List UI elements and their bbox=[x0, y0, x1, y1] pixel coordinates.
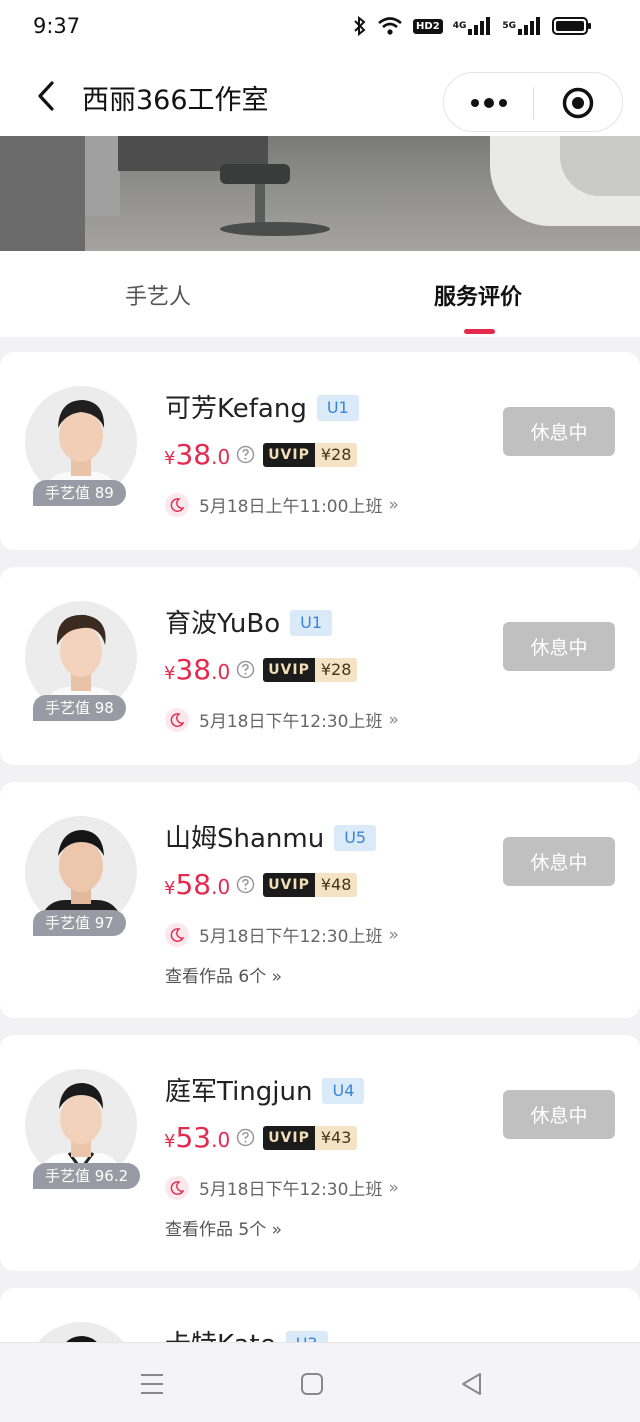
price: ¥58.0 bbox=[164, 868, 231, 901]
stylist-card[interactable]: 手艺值 98 育波YuBo U1 ¥38.0 UVIP ¥28 5月18日下午12:… bbox=[0, 567, 640, 765]
tab-active-indicator bbox=[464, 329, 495, 334]
question-circle-icon[interactable] bbox=[236, 1128, 255, 1147]
vip-price-tag: UVIP ¥43 bbox=[263, 1125, 358, 1150]
view-works-link[interactable]: 查看作品 6个 » bbox=[165, 962, 282, 987]
schedule-link[interactable]: 5月18日上午11:00上班» bbox=[165, 492, 399, 517]
stylist-card[interactable]: 手艺值 97 山姆Shanmu U5 ¥58.0 UVIP ¥48 5月18日下午1… bbox=[0, 782, 640, 1018]
capsule-divider bbox=[533, 87, 534, 119]
avatar-wrap: 手艺值 98 bbox=[25, 601, 137, 721]
schedule-link[interactable]: 5月18日下午12:30上班» bbox=[165, 922, 399, 947]
vip-price-tag: UVIP ¥28 bbox=[263, 657, 358, 682]
vip-price-tag: UVIP ¥28 bbox=[263, 442, 358, 467]
question-circle-icon[interactable] bbox=[236, 875, 255, 894]
price-row: ¥38.0 UVIP ¥28 bbox=[164, 653, 358, 686]
stylist-name[interactable]: 山姆Shanmu U5 bbox=[165, 818, 377, 855]
price-row: ¥53.0 UVIP ¥43 bbox=[164, 1121, 358, 1154]
moon-icon bbox=[165, 492, 189, 517]
price-row: ¥58.0 UVIP ¥48 bbox=[164, 868, 358, 901]
home-square-icon bbox=[301, 1373, 323, 1395]
more-button[interactable] bbox=[464, 83, 514, 123]
resting-status-button[interactable]: 休息中 bbox=[503, 837, 615, 886]
signal-5g-icon: 5G bbox=[502, 17, 542, 35]
moon-icon bbox=[165, 1175, 189, 1200]
moon-icon bbox=[165, 922, 189, 947]
level-badge: U1 bbox=[290, 610, 333, 636]
price-row: ¥38.0 UVIP ¥28 bbox=[164, 438, 358, 471]
resting-status-button[interactable]: 休息中 bbox=[503, 622, 615, 671]
tab-bar: 手艺人 服务评价 bbox=[0, 251, 640, 337]
tab-service-review[interactable]: 服务评价 bbox=[434, 279, 522, 311]
skill-value-badge: 手艺值 89 bbox=[33, 480, 126, 506]
salon-banner-image bbox=[0, 136, 640, 251]
home-button[interactable] bbox=[295, 1367, 329, 1401]
price: ¥38.0 bbox=[164, 438, 231, 471]
mini-program-capsule bbox=[443, 72, 623, 132]
stylist-name[interactable]: 可芳Kefang U1 bbox=[165, 388, 359, 425]
question-circle-icon[interactable] bbox=[236, 660, 255, 679]
skill-value-badge: 手艺值 97 bbox=[33, 910, 126, 936]
signal-4g-icon: 4G bbox=[453, 17, 493, 35]
system-back-button[interactable] bbox=[455, 1367, 489, 1401]
battery-icon bbox=[552, 16, 592, 36]
system-navigation-bar bbox=[0, 1342, 640, 1422]
chevron-left-icon bbox=[38, 81, 54, 111]
view-works-link[interactable]: 查看作品 5个 » bbox=[165, 1215, 282, 1240]
close-button[interactable] bbox=[562, 87, 594, 119]
wifi-icon bbox=[377, 16, 403, 36]
avatar-wrap: 手艺值 97 bbox=[25, 816, 137, 936]
more-dots-icon bbox=[471, 99, 479, 107]
tab-craftsman[interactable]: 手艺人 bbox=[125, 279, 191, 311]
vip-price-tag: UVIP ¥48 bbox=[263, 872, 358, 897]
avatar-wrap: 手艺值 96.2 bbox=[25, 1069, 141, 1189]
back-triangle-icon bbox=[462, 1373, 481, 1395]
menu-button[interactable] bbox=[135, 1367, 169, 1401]
level-badge: U1 bbox=[316, 395, 359, 421]
skill-value-badge: 手艺值 98 bbox=[33, 695, 126, 721]
schedule-link[interactable]: 5月18日下午12:30上班» bbox=[165, 1175, 399, 1200]
price: ¥38.0 bbox=[164, 653, 231, 686]
target-close-icon bbox=[562, 87, 594, 119]
level-badge: U5 bbox=[334, 825, 377, 851]
hd-badge: HD2 bbox=[413, 18, 443, 34]
back-button[interactable] bbox=[30, 78, 62, 114]
stylist-name[interactable]: 庭军Tingjun U4 bbox=[165, 1071, 365, 1108]
status-icons: HD2 4G 5G bbox=[353, 16, 592, 36]
question-circle-icon[interactable] bbox=[236, 445, 255, 464]
stylist-card[interactable]: 手艺值 96.2 庭军Tingjun U4 ¥53.0 UVIP ¥43 5月18日… bbox=[0, 1035, 640, 1271]
level-badge: U4 bbox=[322, 1078, 365, 1104]
bluetooth-icon bbox=[353, 16, 367, 36]
status-time: 9:37 bbox=[33, 14, 81, 38]
nav-bar: 西丽366工作室 bbox=[0, 56, 640, 136]
resting-status-button[interactable]: 休息中 bbox=[503, 1090, 615, 1139]
net1-label: 4G bbox=[452, 20, 467, 31]
status-bar: 9:37 HD2 4G 5G bbox=[0, 0, 640, 56]
avatar-wrap: 手艺值 89 bbox=[25, 386, 137, 506]
moon-icon bbox=[165, 707, 189, 732]
schedule-link[interactable]: 5月18日下午12:30上班» bbox=[165, 707, 399, 732]
stylist-name[interactable]: 育波YuBo U1 bbox=[165, 603, 333, 640]
skill-value-badge: 手艺值 96.2 bbox=[33, 1163, 141, 1189]
page-title: 西丽366工作室 bbox=[82, 85, 269, 116]
price: ¥53.0 bbox=[164, 1121, 231, 1154]
resting-status-button[interactable]: 休息中 bbox=[503, 407, 615, 456]
stylist-card[interactable]: 手艺值 89 可芳Kefang U1 ¥38.0 UVIP ¥28 5月18日上午1… bbox=[0, 352, 640, 550]
net2-label: 5G bbox=[502, 20, 516, 31]
menu-icon bbox=[141, 1374, 163, 1394]
